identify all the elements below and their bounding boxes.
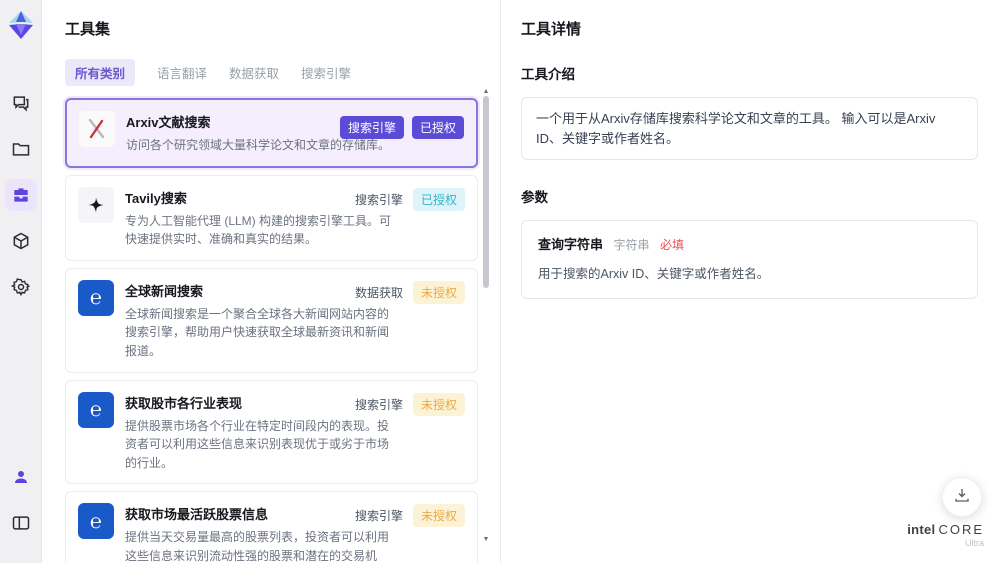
arxiv-logo-icon bbox=[79, 111, 115, 147]
chat-icon bbox=[11, 93, 31, 113]
tool-card-arxiv[interactable]: Arxiv文献搜索 访问各个研究领域大量科学论文和文章的存储库。 搜索引擎 已授… bbox=[65, 98, 478, 168]
left-rail bbox=[0, 0, 42, 563]
intel-brand-text: intel bbox=[907, 521, 936, 537]
tab-search-engine[interactable]: 搜索引擎 bbox=[301, 59, 351, 86]
parameter-card: 查询字符串 字符串 必填 用于搜索的Arxiv ID、关键字或作者姓名。 bbox=[521, 220, 978, 299]
app-window: 工具集 所有类别 语言翻译 数据获取 搜索引擎 Arxiv文献搜索 访问各个研究… bbox=[0, 0, 1000, 563]
tool-description: 专为人工智能代理 (LLM) 构建的搜索引擎工具。可快速提供实时、准确和真实的结… bbox=[125, 213, 392, 247]
parameter-type: 字符串 bbox=[613, 238, 650, 252]
tool-detail-panel: 工具详情 工具介绍 一个用于从Arxiv存储库搜索科学论文和文章的工具。 输入可… bbox=[500, 0, 1000, 563]
tool-intro-text: 一个用于从Arxiv存储库搜索科学论文和文章的工具。 输入可以是Arxiv ID… bbox=[521, 97, 978, 160]
auth-badge: 已授权 bbox=[411, 116, 464, 139]
sidebar-item-models[interactable] bbox=[5, 225, 37, 257]
category-tabs: 所有类别 语言翻译 数据获取 搜索引擎 bbox=[65, 59, 500, 86]
detail-panel-title: 工具详情 bbox=[521, 21, 582, 38]
tab-all-categories[interactable]: 所有类别 bbox=[65, 59, 136, 86]
category-badge: 搜索引擎 bbox=[354, 397, 403, 412]
auth-badge: 未授权 bbox=[412, 504, 465, 528]
tool-card-tavily[interactable]: Tavily搜索 专为人工智能代理 (LLM) 构建的搜索引擎工具。可快速提供实… bbox=[65, 174, 478, 261]
tool-description: 全球新闻搜索是一个聚合全球各大新闻网站内容的搜索引擎，帮助用户快速获取全球最新资… bbox=[125, 306, 390, 358]
sidebar-item-chat[interactable] bbox=[5, 87, 37, 119]
cube-icon bbox=[11, 231, 31, 251]
panel-icon bbox=[11, 513, 31, 533]
parameter-header: 查询字符串 字符串 必填 bbox=[538, 234, 961, 254]
sidebar-item-files[interactable] bbox=[5, 133, 37, 165]
gear-icon bbox=[10, 277, 31, 297]
tool-card-active-stocks[interactable]: ℮ 获取市场最活跃股票信息 提供当天交易量最高的股票列表，投资者可以利用这些信息… bbox=[65, 491, 478, 563]
app-logo-icon[interactable] bbox=[7, 10, 35, 45]
params-heading: 参数 bbox=[521, 190, 548, 205]
brand-sub-text: Ultra bbox=[964, 538, 984, 549]
sidebar-item-collapse[interactable] bbox=[5, 507, 37, 539]
scrollbar-thumb[interactable] bbox=[483, 96, 489, 288]
news-search-logo-icon: ℮ bbox=[78, 279, 114, 316]
auth-badge: 未授权 bbox=[412, 392, 465, 416]
tool-description: 提供股票市场各个行业在特定时间段内的表现。投资者可以利用这些信息来识别表现优于或… bbox=[125, 418, 390, 470]
download-icon bbox=[953, 486, 971, 509]
scrollbar-up-arrow[interactable]: ▲ bbox=[482, 88, 490, 95]
toolbox-icon bbox=[11, 185, 31, 205]
intel-core-logo: intel CORE Ultra bbox=[907, 521, 984, 549]
intro-heading: 工具介绍 bbox=[521, 67, 575, 82]
category-badge: 数据获取 bbox=[354, 285, 403, 300]
download-button[interactable] bbox=[942, 477, 982, 517]
sidebar-item-tools[interactable] bbox=[4, 179, 37, 211]
tool-card-global-news[interactable]: ℮ 全球新闻搜索 全球新闻搜索是一个聚合全球各大新闻网站内容的搜索引擎，帮助用户… bbox=[65, 267, 478, 373]
core-brand-text: CORE bbox=[938, 521, 984, 537]
tab-data-acquisition[interactable]: 数据获取 bbox=[229, 59, 279, 86]
tavily-star-icon bbox=[78, 186, 114, 223]
category-badge: 搜索引擎 bbox=[354, 509, 403, 524]
auth-badge: 未授权 bbox=[412, 280, 465, 304]
stock-search-logo-icon: ℮ bbox=[78, 503, 114, 540]
tab-language-translation[interactable]: 语言翻译 bbox=[157, 59, 207, 86]
parameter-description: 用于搜索的Arxiv ID、关键字或作者姓名。 bbox=[538, 267, 770, 281]
auth-badge: 已授权 bbox=[412, 187, 465, 211]
tool-description: 提供当天交易量最高的股票列表，投资者可以利用这些信息来识别流动性强的股票和潜在的… bbox=[125, 530, 390, 563]
parameter-name: 查询字符串 bbox=[538, 237, 604, 252]
stock-search-logo-icon: ℮ bbox=[78, 391, 114, 428]
tool-list: Arxiv文献搜索 访问各个研究领域大量科学论文和文章的存储库。 搜索引擎 已授… bbox=[65, 98, 478, 563]
category-badge: 搜索引擎 bbox=[339, 116, 404, 139]
tool-card-sector-performance[interactable]: ℮ 获取股市各行业表现 提供股票市场各个行业在特定时间段内的表现。投资者可以利用… bbox=[65, 379, 478, 485]
page-title: 工具集 bbox=[65, 21, 111, 38]
user-icon bbox=[12, 468, 30, 486]
folder-icon bbox=[11, 139, 31, 159]
sidebar-item-account[interactable] bbox=[5, 461, 37, 493]
scrollbar-down-arrow[interactable]: ▼ bbox=[482, 536, 490, 543]
tool-list-panel: 工具集 所有类别 语言翻译 数据获取 搜索引擎 Arxiv文献搜索 访问各个研究… bbox=[42, 0, 500, 563]
list-scrollbar[interactable]: ▲ ▼ bbox=[482, 88, 490, 551]
parameter-required-badge: 必填 bbox=[659, 238, 684, 252]
sidebar-item-settings[interactable] bbox=[5, 271, 37, 303]
category-badge: 搜索引擎 bbox=[354, 192, 403, 207]
